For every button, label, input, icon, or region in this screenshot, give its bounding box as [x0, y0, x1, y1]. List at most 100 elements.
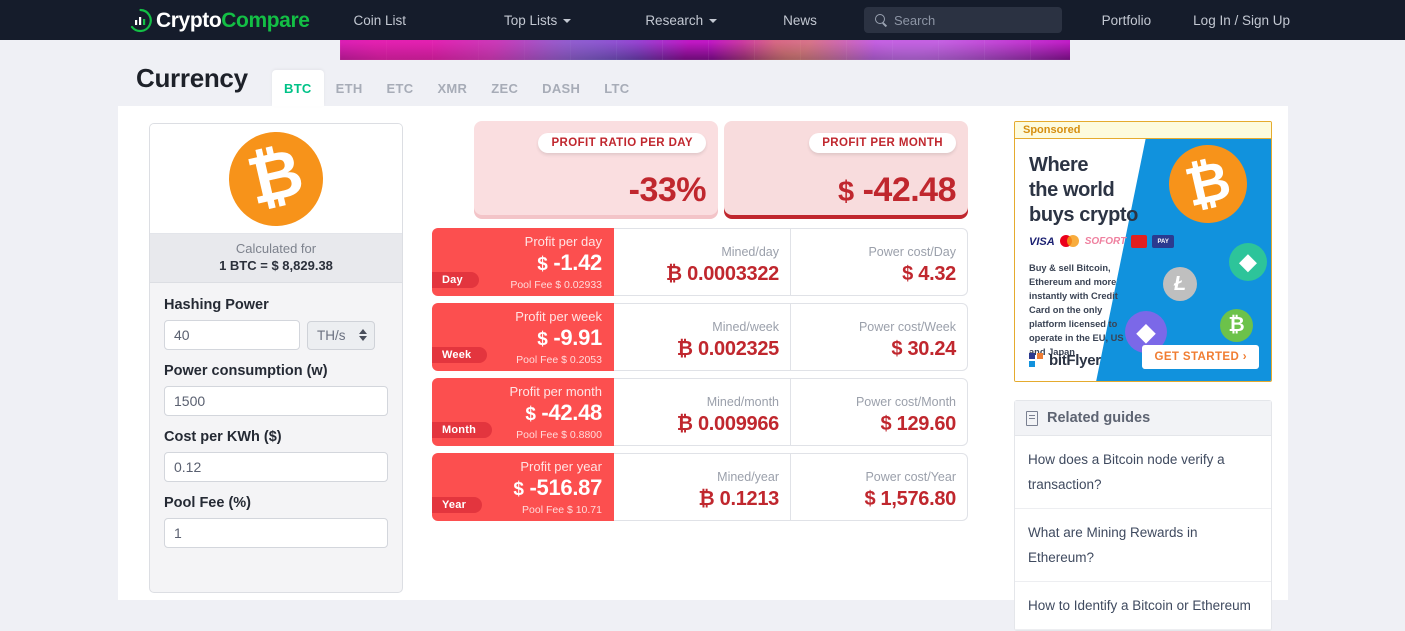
value-number: 0.002325 — [697, 338, 779, 360]
page-container: Currency BTC ETH ETC XMR ZEC DASH LTC ₿ … — [118, 53, 1288, 631]
nav-label: Top Lists — [504, 12, 558, 28]
tab-eth[interactable]: ETH — [324, 70, 375, 106]
logo-text-crypto: Crypto — [156, 8, 222, 32]
week-profit-cell: Profit per week $ -9.91 Pool Fee $ 0.205… — [432, 303, 614, 371]
day-profit-cell: Profit per day $ -1.42 Pool Fee $ 0.0293… — [432, 228, 614, 296]
profit-per-month-card: PROFIT PER MONTH $ -42.48 — [724, 121, 968, 215]
value-number: -516.87 — [529, 475, 602, 500]
list-item[interactable]: What are Mining Rewards in Ethereum? — [1015, 509, 1271, 582]
hashing-power-row: TH/s — [164, 320, 388, 350]
ad-payment-methods: VISA SOFORT PAY — [1029, 235, 1179, 248]
month-power-cost-cell: Power cost/Month $ 129.60 — [791, 378, 968, 446]
week-profit-label: Profit per week — [515, 309, 602, 324]
profit-ratio-number: -33% — [628, 170, 707, 209]
table-row: Profit per week $ -9.91 Pool Fee $ 0.205… — [432, 303, 968, 371]
profit-per-month-number: -42.48 — [862, 170, 957, 209]
btc-symbol: ₿ — [698, 488, 715, 510]
chevron-down-icon — [563, 19, 572, 23]
tab-xmr[interactable]: XMR — [425, 70, 479, 106]
profit-per-month-value: $ -42.48 — [838, 170, 957, 209]
tab-etc[interactable]: ETC — [375, 70, 426, 106]
currency-symbol: $ — [525, 404, 536, 425]
day-mined-cell: Mined/day ₿ 0.0003322 — [614, 228, 791, 296]
card-icon-2: PAY — [1152, 235, 1175, 248]
ad-ethereum-green-icon: ◆ — [1229, 243, 1267, 281]
search-icon — [875, 14, 887, 26]
chevron-down-icon — [709, 19, 718, 23]
calculated-for-value: 1 BTC = $ 8,829.38 — [219, 258, 333, 273]
hashing-unit-select[interactable]: TH/s — [307, 320, 375, 350]
list-item[interactable]: How does a Bitcoin node verify a transac… — [1015, 436, 1271, 509]
day-profit-label: Profit per day — [524, 234, 602, 249]
nav-item-coin-list[interactable]: Coin List — [354, 13, 407, 28]
nav-item-top-lists[interactable]: Top Lists — [504, 12, 572, 28]
cost-per-kwh-label: Cost per KWh ($) — [164, 429, 282, 445]
year-power-cost-label: Power cost/Year — [865, 470, 956, 484]
value-number: -9.91 — [553, 325, 602, 350]
month-mined-value: ₿ 0.009966 — [614, 411, 780, 437]
currency-symbol: $ — [864, 488, 876, 510]
form-fields: Hashing Power TH/s Power consumption (w)… — [150, 283, 402, 548]
year-power-cost-value: $ 1,576.80 — [791, 486, 956, 512]
nav-item-research[interactable]: Research — [645, 13, 718, 28]
calculated-for-block: Calculated for 1 BTC = $ 8,829.38 — [150, 234, 402, 283]
tab-dash[interactable]: DASH — [530, 70, 592, 106]
list-item[interactable]: How to Identify a Bitcoin or Ethereum — [1015, 582, 1271, 630]
currency-symbol: $ — [902, 263, 913, 285]
tab-btc[interactable]: BTC — [272, 70, 324, 106]
nav-item-portfolio[interactable]: Portfolio — [1102, 13, 1152, 28]
table-row: Profit per day $ -1.42 Pool Fee $ 0.0293… — [432, 228, 968, 296]
search-input[interactable] — [894, 12, 1044, 28]
ad-bitcoin-cash-icon: ₿ — [1220, 309, 1253, 342]
nav-label: News — [783, 12, 817, 28]
nav-item-login-signup[interactable]: Log In / Sign Up — [1193, 13, 1290, 28]
visa-icon: VISA — [1029, 235, 1055, 248]
spinner-icon — [359, 329, 367, 341]
value-number: 0.0003322 — [687, 263, 779, 285]
nav-label: Log In / Sign Up — [1193, 12, 1290, 28]
bitflyer-logo-icon — [1029, 353, 1044, 368]
search-box[interactable] — [864, 7, 1062, 33]
ad-cta-button[interactable]: GET STARTED › — [1142, 345, 1259, 369]
mining-calculator-form: ₿ Calculated for 1 BTC = $ 8,829.38 Hash… — [149, 122, 403, 593]
month-mined-cell: Mined/month ₿ 0.009966 — [614, 378, 791, 446]
month-power-cost-value: $ 129.60 — [791, 411, 957, 437]
week-mined-label: Mined/week — [712, 320, 779, 334]
profit-ratio-badge: PROFIT RATIO PER DAY — [538, 133, 706, 153]
power-consumption-input[interactable] — [164, 386, 388, 416]
right-sidebar: Sponsored ₿ ◆ Ł ◆ ₿ Where the world buys c… — [1014, 121, 1272, 631]
cost-per-kwh-input[interactable] — [164, 452, 388, 482]
month-profit-cell: Profit per month $ -42.48 Pool Fee $ 0.8… — [432, 378, 614, 446]
ad-litecoin-icon: Ł — [1163, 267, 1197, 301]
related-guides-header: Related guides — [1015, 401, 1271, 436]
period-badge-year: Year — [432, 497, 483, 513]
day-mined-label: Mined/day — [721, 245, 779, 259]
pool-fee-label: Pool Fee (%) — [164, 495, 252, 511]
period-badge-month: Month — [432, 422, 492, 438]
currency-symbol: $ — [880, 413, 892, 435]
sofort-icon: SOFORT — [1084, 236, 1127, 247]
value-number: 129.60 — [896, 413, 957, 435]
period-badge-day: Day — [432, 272, 479, 288]
pool-fee-input[interactable] — [164, 518, 388, 548]
bitcoin-logo-icon: ₿ — [219, 122, 333, 235]
related-guides-title: Related guides — [1047, 410, 1151, 426]
tab-label: ETH — [335, 80, 363, 96]
sponsored-ad[interactable]: Sponsored ₿ ◆ Ł ◆ ₿ Where the world buys c… — [1014, 121, 1272, 382]
main-nav-items: Coin List Top Lists Research News — [354, 13, 817, 28]
week-power-cost-label: Power cost/Week — [858, 320, 956, 334]
currency-symbol: $ — [537, 254, 548, 275]
profit-ratio-card: PROFIT RATIO PER DAY -33% — [474, 121, 718, 215]
table-row: Profit per month $ -42.48 Pool Fee $ 0.8… — [432, 378, 968, 446]
btc-symbol: ₿ — [665, 263, 682, 285]
page-title: Currency — [136, 63, 248, 93]
nav-label: Portfolio — [1101, 12, 1152, 28]
nav-item-news[interactable]: News — [783, 13, 817, 28]
site-logo[interactable]: CryptoCompare — [128, 0, 310, 40]
tab-ltc[interactable]: LTC — [592, 70, 641, 106]
ad-body-text: Buy & sell Bitcoin, Ethereum and more in… — [1029, 263, 1124, 357]
day-power-cost-value: $ 4.32 — [791, 261, 956, 287]
hashing-power-input[interactable] — [164, 320, 300, 350]
tab-zec[interactable]: ZEC — [479, 70, 530, 106]
profit-ratio-value: -33% — [628, 170, 707, 209]
